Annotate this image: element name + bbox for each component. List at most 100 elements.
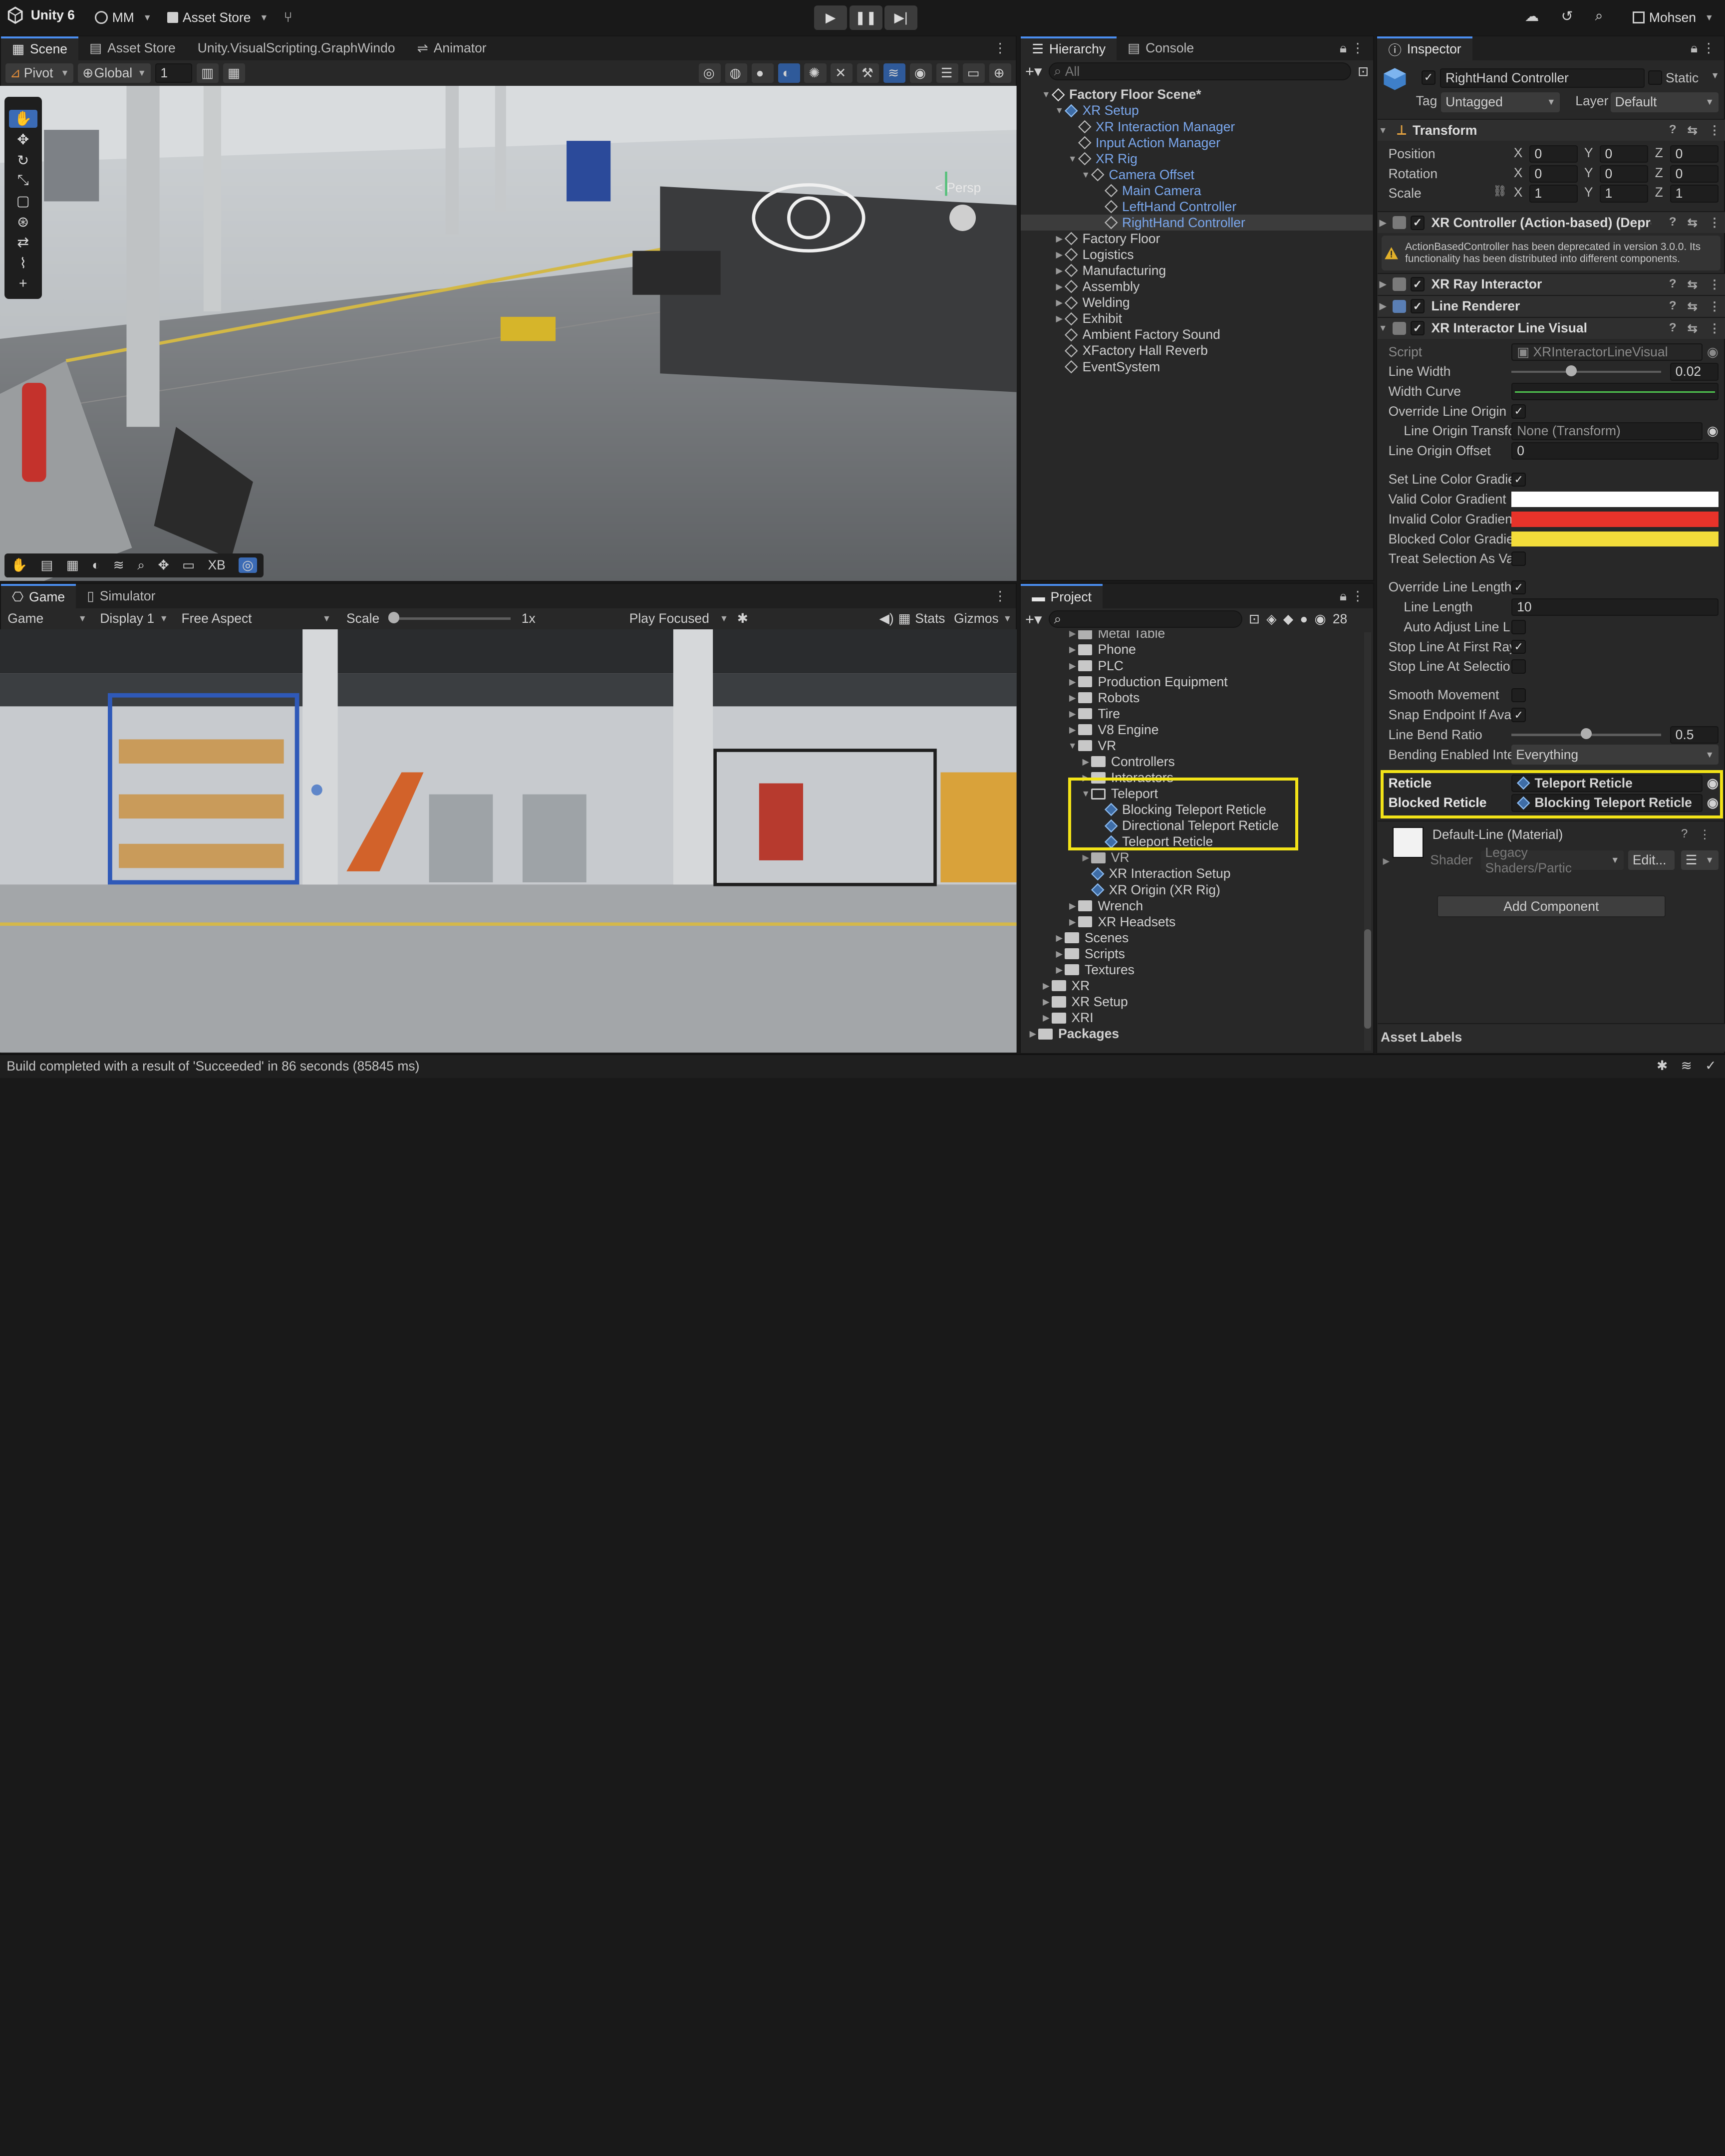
- grid-size-field[interactable]: 1: [155, 63, 193, 83]
- kebab-menu-icon[interactable]: ⋮: [1709, 321, 1721, 336]
- chevron-right-icon[interactable]: ▶: [1041, 981, 1052, 991]
- tag-dropdown[interactable]: Untagged ▼: [1441, 92, 1560, 112]
- panel-menu-icon[interactable]: ⋮: [1351, 40, 1364, 56]
- rotate-tool-button[interactable]: ↻: [17, 152, 29, 169]
- valid-color-gradient[interactable]: [1511, 492, 1719, 508]
- help-icon[interactable]: ?: [1669, 277, 1677, 292]
- grid-button[interactable]: ▦: [223, 63, 246, 83]
- scrollbar-thumb[interactable]: [1364, 929, 1371, 1029]
- axis-label-z[interactable]: Z: [1653, 165, 1666, 183]
- blocked-color-gradient[interactable]: [1511, 531, 1719, 547]
- check-circle-icon[interactable]: ✓: [1705, 1058, 1716, 1074]
- aspect-dropdown[interactable]: Free Aspect ▼: [177, 609, 335, 629]
- preset-icon[interactable]: ⇆: [1688, 215, 1698, 230]
- projection-label[interactable]: < Persp: [935, 180, 981, 196]
- sphere-icon[interactable]: ◐: [92, 557, 100, 573]
- path-tool-button[interactable]: ⌇: [19, 255, 26, 272]
- chevron-right-icon[interactable]: ▶: [1027, 1029, 1038, 1039]
- shader-menu-button[interactable]: ☰ ▼: [1681, 850, 1719, 870]
- tree-item[interactable]: ▼ XR Setup: [1021, 103, 1373, 119]
- axis-label-z[interactable]: Z: [1653, 185, 1666, 202]
- chevron-down-icon[interactable]: ▼: [1080, 170, 1091, 180]
- axis-label-z[interactable]: Z: [1653, 145, 1666, 163]
- tree-item[interactable]: ▶ XR Headsets: [1021, 914, 1362, 930]
- chevron-right-icon[interactable]: ▶: [1067, 917, 1078, 927]
- global-dropdown[interactable]: ⊕ Global ▼: [78, 63, 151, 83]
- warning-filter-icon[interactable]: ●: [1300, 611, 1308, 627]
- game-viewport[interactable]: [0, 629, 1017, 1053]
- hand-tool-button[interactable]: ✋: [8, 110, 37, 128]
- search-icon[interactable]: ⌕: [137, 557, 145, 573]
- tree-item[interactable]: ▶ XR: [1021, 978, 1362, 994]
- history-icon[interactable]: ↺: [1561, 7, 1573, 25]
- custom-tool-button[interactable]: ⇄: [17, 234, 29, 251]
- chevron-right-icon[interactable]: ▶: [1067, 644, 1078, 655]
- unity-logo-button[interactable]: Unity 6: [6, 6, 75, 24]
- preset-icon[interactable]: ⇆: [1688, 277, 1698, 292]
- panel-menu-icon[interactable]: ⋮: [994, 40, 1007, 56]
- stack-button[interactable]: ☰: [936, 63, 958, 83]
- chevron-right-icon[interactable]: ▶: [1080, 757, 1091, 767]
- scene-viewport[interactable]: < Persp ✋ ✥ ↻ ⤡ ▢ ⊛ ⇄ ⌇ + ✋ ▤ ▦ ◐ ≋ ⌕ ✥ …: [0, 85, 1017, 581]
- tab-project[interactable]: ▬ Project: [1021, 584, 1103, 608]
- preset-icon[interactable]: ⇆: [1688, 321, 1698, 336]
- chevron-right-icon[interactable]: ▶: [1067, 709, 1078, 719]
- smooth-checkbox[interactable]: [1511, 688, 1526, 703]
- compass-icon[interactable]: ◎: [239, 557, 257, 573]
- stop-selection-checkbox[interactable]: [1511, 659, 1526, 674]
- chevron-right-icon[interactable]: ▶: [1067, 725, 1078, 735]
- stop-first-checkbox[interactable]: ✓: [1511, 639, 1526, 654]
- tree-item[interactable]: ▶ Scripts: [1021, 946, 1362, 962]
- hierarchy-search-input[interactable]: ⌕ All: [1048, 62, 1351, 80]
- component-enabled-checkbox[interactable]: ✓: [1410, 215, 1425, 230]
- chevron-right-icon[interactable]: ▶: [1041, 997, 1052, 1007]
- reticle-field[interactable]: Teleport Reticle: [1511, 774, 1703, 792]
- axis-label-x[interactable]: X: [1511, 185, 1524, 202]
- blocked-reticle-field[interactable]: Blocking Teleport Reticle: [1511, 794, 1703, 812]
- help-icon[interactable]: ?: [1669, 123, 1677, 138]
- tree-item[interactable]: ▶ Scenes: [1021, 930, 1362, 946]
- tree-item[interactable]: XR Origin (XR Rig): [1021, 882, 1362, 898]
- kebab-menu-icon[interactable]: ⋮: [1709, 277, 1721, 292]
- tree-item[interactable]: ▶ VR: [1021, 850, 1362, 866]
- bug-icon[interactable]: ✱: [737, 611, 748, 626]
- kebab-menu-icon[interactable]: ⋮: [1709, 299, 1721, 314]
- chevron-right-icon[interactable]: ▶: [1054, 297, 1065, 308]
- panel-menu-icon[interactable]: ⋮: [1351, 588, 1364, 604]
- chevron-down-icon[interactable]: ▼: [1711, 70, 1719, 81]
- axis-label-y[interactable]: Y: [1582, 145, 1595, 163]
- shader-edit-button[interactable]: Edit...: [1628, 850, 1675, 870]
- scale-slider-knob[interactable]: [388, 612, 399, 623]
- 2d-button[interactable]: ●: [751, 63, 774, 83]
- kebab-menu-icon[interactable]: ⋮: [1709, 123, 1721, 138]
- filter-icon[interactable]: ⊡: [1358, 64, 1369, 79]
- move-icon[interactable]: ✥: [158, 557, 169, 573]
- position-y-field[interactable]: 0: [1599, 145, 1648, 163]
- tree-item[interactable]: ▶ Robots: [1021, 690, 1362, 706]
- tree-item[interactable]: ▶ Phone: [1021, 642, 1362, 658]
- chevron-right-icon[interactable]: ▶: [1054, 266, 1065, 276]
- tree-item[interactable]: LeftHand Controller: [1021, 199, 1373, 215]
- panel-menu-icon[interactable]: ⋮: [994, 588, 1007, 604]
- tab-asset-store[interactable]: ▤ Asset Store: [78, 36, 187, 60]
- chevron-right-icon[interactable]: ▶: [1067, 901, 1078, 911]
- tab-graph-window[interactable]: Unity.VisualScripting.GraphWindo: [187, 36, 406, 60]
- width-curve-field[interactable]: [1511, 383, 1719, 401]
- tree-item[interactable]: ▶ Assembly: [1021, 279, 1373, 295]
- bug-icon[interactable]: ✱: [1657, 1058, 1668, 1074]
- tree-item[interactable]: EventSystem: [1021, 359, 1373, 375]
- help-icon[interactable]: ?: [1669, 321, 1677, 336]
- gizmos-button[interactable]: ⊕: [989, 63, 1011, 83]
- tree-item[interactable]: ▶ Wrench: [1021, 898, 1362, 914]
- object-picker-icon[interactable]: ◉: [1707, 344, 1719, 360]
- preset-icon[interactable]: ⇆: [1688, 299, 1698, 314]
- gizmos-dropdown[interactable]: Gizmos ▼: [949, 609, 1013, 629]
- active-checkbox[interactable]: ✓: [1421, 70, 1436, 85]
- game-mode-dropdown[interactable]: Game ▼: [3, 609, 91, 629]
- tree-item[interactable]: RightHand Controller: [1021, 215, 1373, 231]
- tree-item[interactable]: Main Camera: [1021, 183, 1373, 199]
- chevron-right-icon[interactable]: ▶: [1067, 661, 1078, 671]
- tree-item[interactable]: ▶ Exhibit: [1021, 311, 1373, 327]
- axis-label-y[interactable]: Y: [1582, 165, 1595, 183]
- asset-labels-section[interactable]: Asset Labels: [1377, 1023, 1725, 1052]
